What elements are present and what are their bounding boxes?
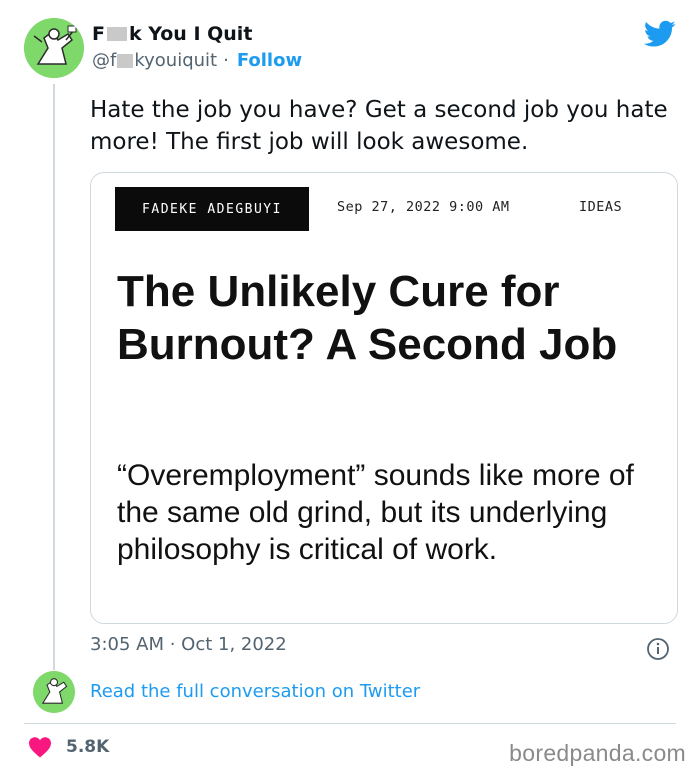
display-name-suffix: k You I Quit	[128, 23, 253, 45]
avatar-small[interactable]	[33, 671, 75, 713]
watermark: boredpanda.com	[509, 740, 686, 766]
handle-suffix[interactable]: kyouiquit	[134, 50, 217, 71]
read-conversation-link[interactable]: Read the full conversation on Twitter	[90, 681, 420, 702]
like-action[interactable]: 5.8K	[28, 736, 109, 758]
heart-icon[interactable]	[28, 736, 52, 758]
display-name-prefix: F	[92, 23, 105, 45]
article-card[interactable]: FADEKE ADEGBUYI Sep 27, 2022 9:00 AM IDE…	[90, 172, 678, 624]
like-count: 5.8K	[66, 737, 110, 757]
display-name[interactable]: Fk You I Quit	[92, 23, 302, 45]
tweet-timestamp[interactable]: 3:05 AM · Oct 1, 2022	[90, 634, 287, 655]
thread-line	[53, 84, 55, 670]
author-block: Fk You I Quit @f kyouiquit · Follow	[92, 23, 302, 71]
handle-prefix[interactable]: @f	[92, 50, 116, 71]
article-author: FADEKE ADEGBUYI	[115, 187, 309, 231]
avatar-illustration	[24, 18, 84, 78]
avatar[interactable]	[24, 18, 84, 78]
follow-button[interactable]: Follow	[237, 50, 302, 71]
article-date: Sep 27, 2022 9:00 AM	[337, 199, 510, 215]
avatar-illustration	[33, 671, 75, 713]
twitter-bird-icon[interactable]	[644, 20, 676, 48]
tweet-embed: Fk You I Quit @f kyouiquit · Follow Hate …	[0, 0, 700, 777]
tweet-text: Hate the job you have? Get a second job …	[90, 97, 668, 155]
article-headline: The Unlikely Cure for Burnout? A Second …	[117, 267, 618, 369]
info-icon[interactable]	[646, 637, 670, 661]
article-section: IDEAS	[579, 199, 623, 215]
censor-block	[117, 53, 134, 68]
censor-block	[106, 27, 127, 41]
article-dek: “Overemployment” sounds like more of the…	[117, 459, 634, 566]
handle-row: @f kyouiquit · Follow	[92, 50, 302, 71]
separator: ·	[223, 50, 229, 71]
divider	[24, 723, 676, 724]
